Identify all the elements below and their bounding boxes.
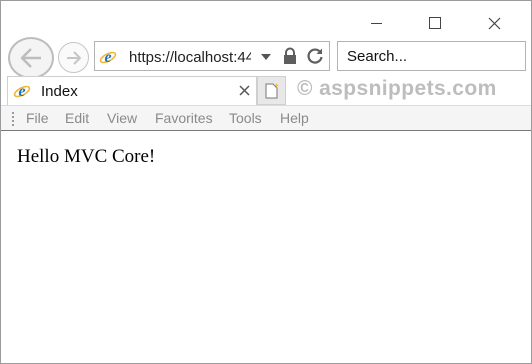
menu-help[interactable]: Help bbox=[280, 110, 309, 126]
tab-index[interactable]: e Index bbox=[7, 76, 257, 105]
maximize-button[interactable] bbox=[412, 1, 458, 45]
menu-bar: File Edit View Favorites Tools Help bbox=[1, 105, 531, 131]
search-input[interactable] bbox=[338, 42, 525, 70]
close-icon bbox=[238, 84, 250, 96]
page-heading: Hello MVC Core! bbox=[17, 146, 156, 167]
lock-icon[interactable] bbox=[283, 47, 297, 70]
menu-edit[interactable]: Edit bbox=[65, 110, 89, 126]
browser-window: e https://localhost:44 e bbox=[0, 0, 532, 364]
tab-title: Index bbox=[41, 83, 78, 100]
internet-explorer-icon: e bbox=[99, 48, 117, 66]
window-close-button[interactable] bbox=[471, 1, 517, 45]
close-icon bbox=[488, 17, 500, 29]
svg-text:e: e bbox=[18, 83, 25, 100]
back-button[interactable] bbox=[8, 37, 54, 79]
tab-close-button[interactable] bbox=[236, 82, 252, 98]
new-tab-button[interactable] bbox=[257, 76, 286, 105]
forward-button[interactable] bbox=[58, 42, 89, 73]
forward-arrow-icon bbox=[66, 50, 81, 65]
search-box bbox=[337, 41, 526, 71]
svg-text:e: e bbox=[104, 49, 111, 66]
minimize-icon bbox=[370, 22, 382, 24]
menu-favorites[interactable]: Favorites bbox=[155, 110, 213, 126]
menu-tools[interactable]: Tools bbox=[229, 110, 262, 126]
back-arrow-icon bbox=[20, 48, 41, 68]
page-content: Hello MVC Core! bbox=[1, 132, 531, 363]
menu-file[interactable]: File bbox=[26, 110, 49, 126]
url-text[interactable]: https://localhost:44 bbox=[129, 49, 251, 66]
maximize-icon bbox=[429, 17, 441, 29]
watermark-text: © aspsnippets.com bbox=[297, 77, 497, 100]
menu-grip[interactable] bbox=[12, 112, 14, 126]
internet-explorer-icon: e bbox=[13, 82, 31, 100]
minimize-button[interactable] bbox=[353, 1, 399, 45]
address-bar[interactable]: e https://localhost:44 bbox=[94, 41, 330, 71]
new-tab-icon bbox=[265, 83, 279, 99]
menu-view[interactable]: View bbox=[107, 110, 137, 126]
chevron-down-icon[interactable] bbox=[261, 54, 271, 60]
refresh-icon[interactable] bbox=[305, 46, 325, 71]
